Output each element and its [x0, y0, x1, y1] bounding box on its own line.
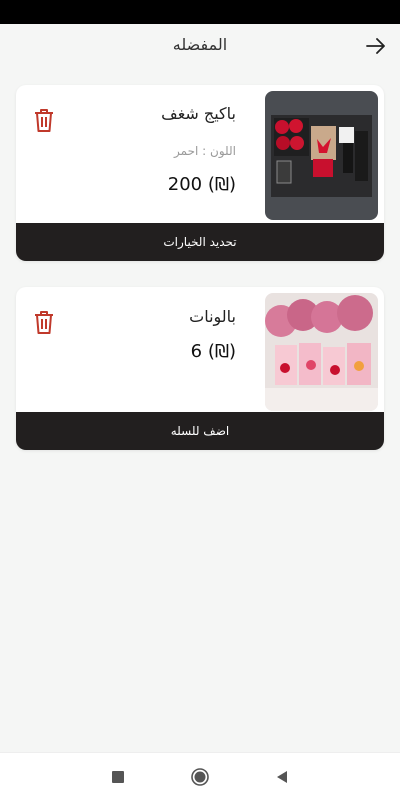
square-icon — [112, 771, 124, 783]
product-name: باكيج شغف — [161, 104, 236, 123]
delete-button[interactable] — [32, 107, 56, 133]
product-price: 200 (₪) — [167, 174, 236, 195]
page-title: المفضله — [172, 35, 228, 54]
home-button[interactable] — [190, 767, 210, 787]
app-bar: المفضله — [0, 24, 400, 68]
delete-button[interactable] — [32, 309, 56, 335]
triangle-back-icon — [277, 771, 287, 783]
product-image[interactable] — [265, 293, 378, 411]
system-back-button[interactable] — [272, 767, 292, 787]
select-options-button[interactable]: تحديد الخيارات — [16, 223, 384, 261]
trash-icon — [35, 311, 53, 334]
product-color: اللون : احمر — [174, 144, 236, 158]
favorite-card: باكيج شغف اللون : احمر 200 (₪) تحديد الخ… — [16, 85, 384, 261]
system-nav-bar — [0, 752, 400, 800]
recent-apps-button[interactable] — [108, 767, 128, 787]
product-name: بالونات — [189, 307, 236, 326]
status-bar — [0, 0, 400, 24]
product-image[interactable] — [265, 91, 378, 220]
product-price: 6 (₪) — [190, 341, 236, 362]
back-button[interactable] — [364, 34, 388, 58]
favorite-card: بالونات 6 (₪) اضف للسله — [16, 287, 384, 450]
trash-icon — [35, 109, 53, 132]
circle-home-icon — [191, 768, 209, 786]
arrow-right-icon — [366, 38, 385, 54]
add-to-cart-button[interactable]: اضف للسله — [16, 412, 384, 450]
